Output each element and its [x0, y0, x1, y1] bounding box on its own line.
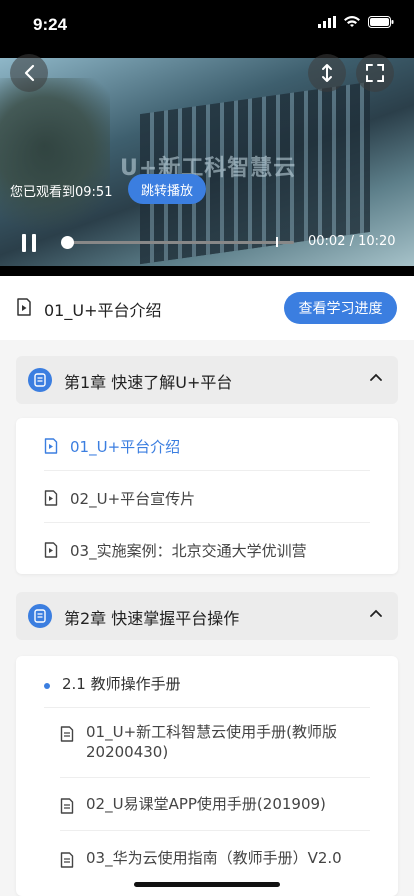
video-file-icon: [44, 490, 58, 506]
fullscreen-icon: [366, 64, 384, 82]
pause-icon[interactable]: [22, 234, 36, 252]
chapter-1-header[interactable]: 第1章 快速了解U+平台: [16, 356, 398, 404]
lesson-title: 01_U+平台介绍: [70, 438, 181, 456]
wifi-icon: [344, 16, 360, 27]
document-title-line: 01_U+新工科智慧云使用手册(教师版: [86, 723, 337, 741]
section-title: 2.1 教师操作手册: [62, 675, 181, 693]
current-lesson-header: 01_U+平台介绍 查看学习进度: [0, 276, 414, 340]
status-time: 9:24: [33, 15, 68, 34]
video-file-icon: [44, 542, 58, 558]
document-title: 02_U易课堂APP使用手册(201909): [86, 795, 326, 813]
section-bullet: [44, 683, 50, 689]
chapter-icon: [28, 604, 52, 628]
battery-icon: [368, 16, 394, 28]
resume-hint: 您已观看到09:51: [10, 185, 113, 200]
video-file-icon: [44, 438, 58, 454]
chevron-up-icon[interactable]: [370, 373, 382, 381]
divider: [44, 707, 370, 708]
jump-play-button[interactable]: 跳转播放: [128, 174, 206, 204]
divider: [44, 522, 370, 523]
chapter-2-lessons: 2.1 教师操作手册 01_U+新工科智慧云使用手册(教师版 20200430)…: [16, 656, 398, 896]
current-lesson-title: 01_U+平台介绍: [44, 301, 162, 320]
video-player[interactable]: U+新工科智慧云 您已观看到09:51 跳转播放 00:02 / 10:20: [0, 48, 414, 276]
video-file-icon: [17, 298, 31, 316]
document-title: 03_华为云使用指南（教师手册）V2.0: [86, 849, 342, 867]
view-progress-button[interactable]: 查看学习进度: [284, 292, 397, 324]
chevron-left-icon: [24, 64, 35, 82]
fullscreen-button[interactable]: [356, 54, 394, 92]
pdf-document-icon: [60, 798, 74, 814]
divider: [60, 777, 370, 778]
vertical-arrows-icon: [322, 64, 332, 82]
chapter-2-title: 第2章 快速掌握平台操作: [64, 609, 240, 628]
chapter-icon: [28, 368, 52, 392]
chapter-2-header[interactable]: 第2章 快速掌握平台操作: [16, 592, 398, 640]
home-indicator: [134, 882, 280, 887]
document-icon: [34, 373, 46, 387]
document-title: 01_U+新工科智慧云使用手册(教师版 20200430): [86, 722, 366, 762]
signal-icon: [318, 16, 336, 28]
pdf-document-icon: [60, 726, 74, 742]
status-icons: [318, 16, 394, 28]
last-watched-marker: [276, 237, 278, 247]
back-button[interactable]: [10, 54, 48, 92]
video-scene-trees: [0, 78, 110, 248]
divider: [60, 830, 370, 831]
lesson-title: 02_U+平台宣传片: [70, 490, 196, 508]
chapter-1-title: 第1章 快速了解U+平台: [64, 373, 233, 392]
status-bar: 9:24: [0, 0, 414, 48]
document-title-line: 20200430): [86, 743, 169, 761]
pdf-document-icon: [60, 852, 74, 868]
progress-track[interactable]: [64, 241, 294, 244]
chapter-1-lessons: 01_U+平台介绍 02_U+平台宣传片 03_实施案例：北京交通大学优训营: [16, 418, 398, 574]
chevron-up-icon[interactable]: [370, 609, 382, 617]
lesson-title: 03_实施案例：北京交通大学优训营: [70, 542, 307, 560]
rotate-button[interactable]: [308, 54, 346, 92]
divider: [44, 470, 370, 471]
playback-time: 00:02 / 10:20: [308, 234, 396, 249]
progress-thumb[interactable]: [61, 236, 74, 249]
document-icon: [34, 609, 46, 623]
